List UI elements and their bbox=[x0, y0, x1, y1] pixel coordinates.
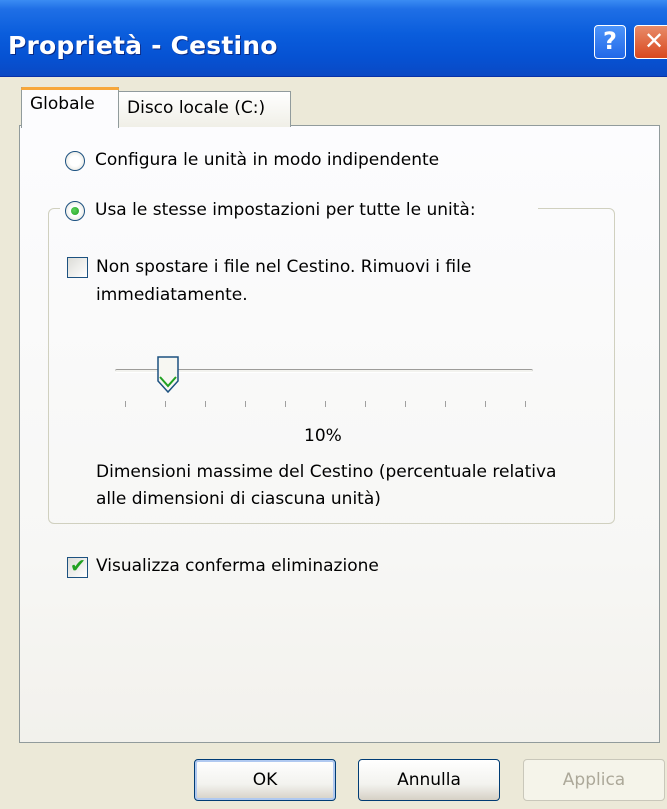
cancel-button[interactable]: Annulla bbox=[358, 759, 500, 801]
tab-globale[interactable]: Globale bbox=[21, 87, 119, 128]
slider-value-label: 10% bbox=[304, 426, 342, 446]
confirm-delete-label[interactable]: Visualizza conferma eliminazione bbox=[96, 556, 379, 576]
slider-tick bbox=[525, 401, 526, 407]
help-button[interactable]: ? bbox=[594, 25, 626, 59]
radio-selected-dot bbox=[71, 207, 79, 215]
slider-tick bbox=[445, 401, 446, 407]
title-bar[interactable]: Proprietà - Cestino ? ✕ bbox=[0, 0, 667, 77]
radio-same-settings[interactable] bbox=[65, 201, 85, 221]
help-icon: ? bbox=[603, 27, 617, 55]
apply-button[interactable]: Applica bbox=[523, 759, 665, 801]
close-icon: ✕ bbox=[643, 27, 665, 55]
no-recycle-label-line2[interactable]: immediatamente. bbox=[96, 285, 248, 305]
slider-tick bbox=[285, 401, 286, 407]
size-description-line1: Dimensioni massime del Cestino (percentu… bbox=[96, 462, 557, 482]
radio-same-settings-label[interactable]: Usa le stesse impostazioni per tutte le … bbox=[95, 200, 476, 220]
checkmark-icon: ✔ bbox=[70, 555, 86, 577]
slider-tick bbox=[125, 401, 126, 407]
close-button[interactable]: ✕ bbox=[634, 25, 667, 59]
slider-tick bbox=[485, 401, 486, 407]
window-title: Proprietà - Cestino bbox=[8, 31, 278, 60]
radio-independent[interactable] bbox=[65, 151, 85, 171]
radio-independent-label[interactable]: Configura le unità in modo indipendente bbox=[95, 150, 439, 170]
ok-button[interactable]: OK bbox=[194, 759, 336, 801]
slider-tick bbox=[245, 401, 246, 407]
slider-tick bbox=[325, 401, 326, 407]
no-recycle-label-line1[interactable]: Non spostare i file nel Cestino. Rimuovi… bbox=[96, 257, 471, 277]
slider-tick bbox=[165, 401, 166, 407]
confirm-delete-checkbox[interactable]: ✔ bbox=[67, 555, 88, 578]
slider-thumb[interactable] bbox=[156, 355, 180, 395]
slider-tick bbox=[405, 401, 406, 407]
slider-tick bbox=[205, 401, 206, 407]
size-description-line2: alle dimensioni di ciascuna unità) bbox=[96, 489, 381, 509]
no-recycle-checkbox[interactable] bbox=[67, 257, 88, 278]
slider-tick bbox=[365, 401, 366, 407]
tab-disco-locale[interactable]: Disco locale (C:) bbox=[118, 91, 291, 127]
